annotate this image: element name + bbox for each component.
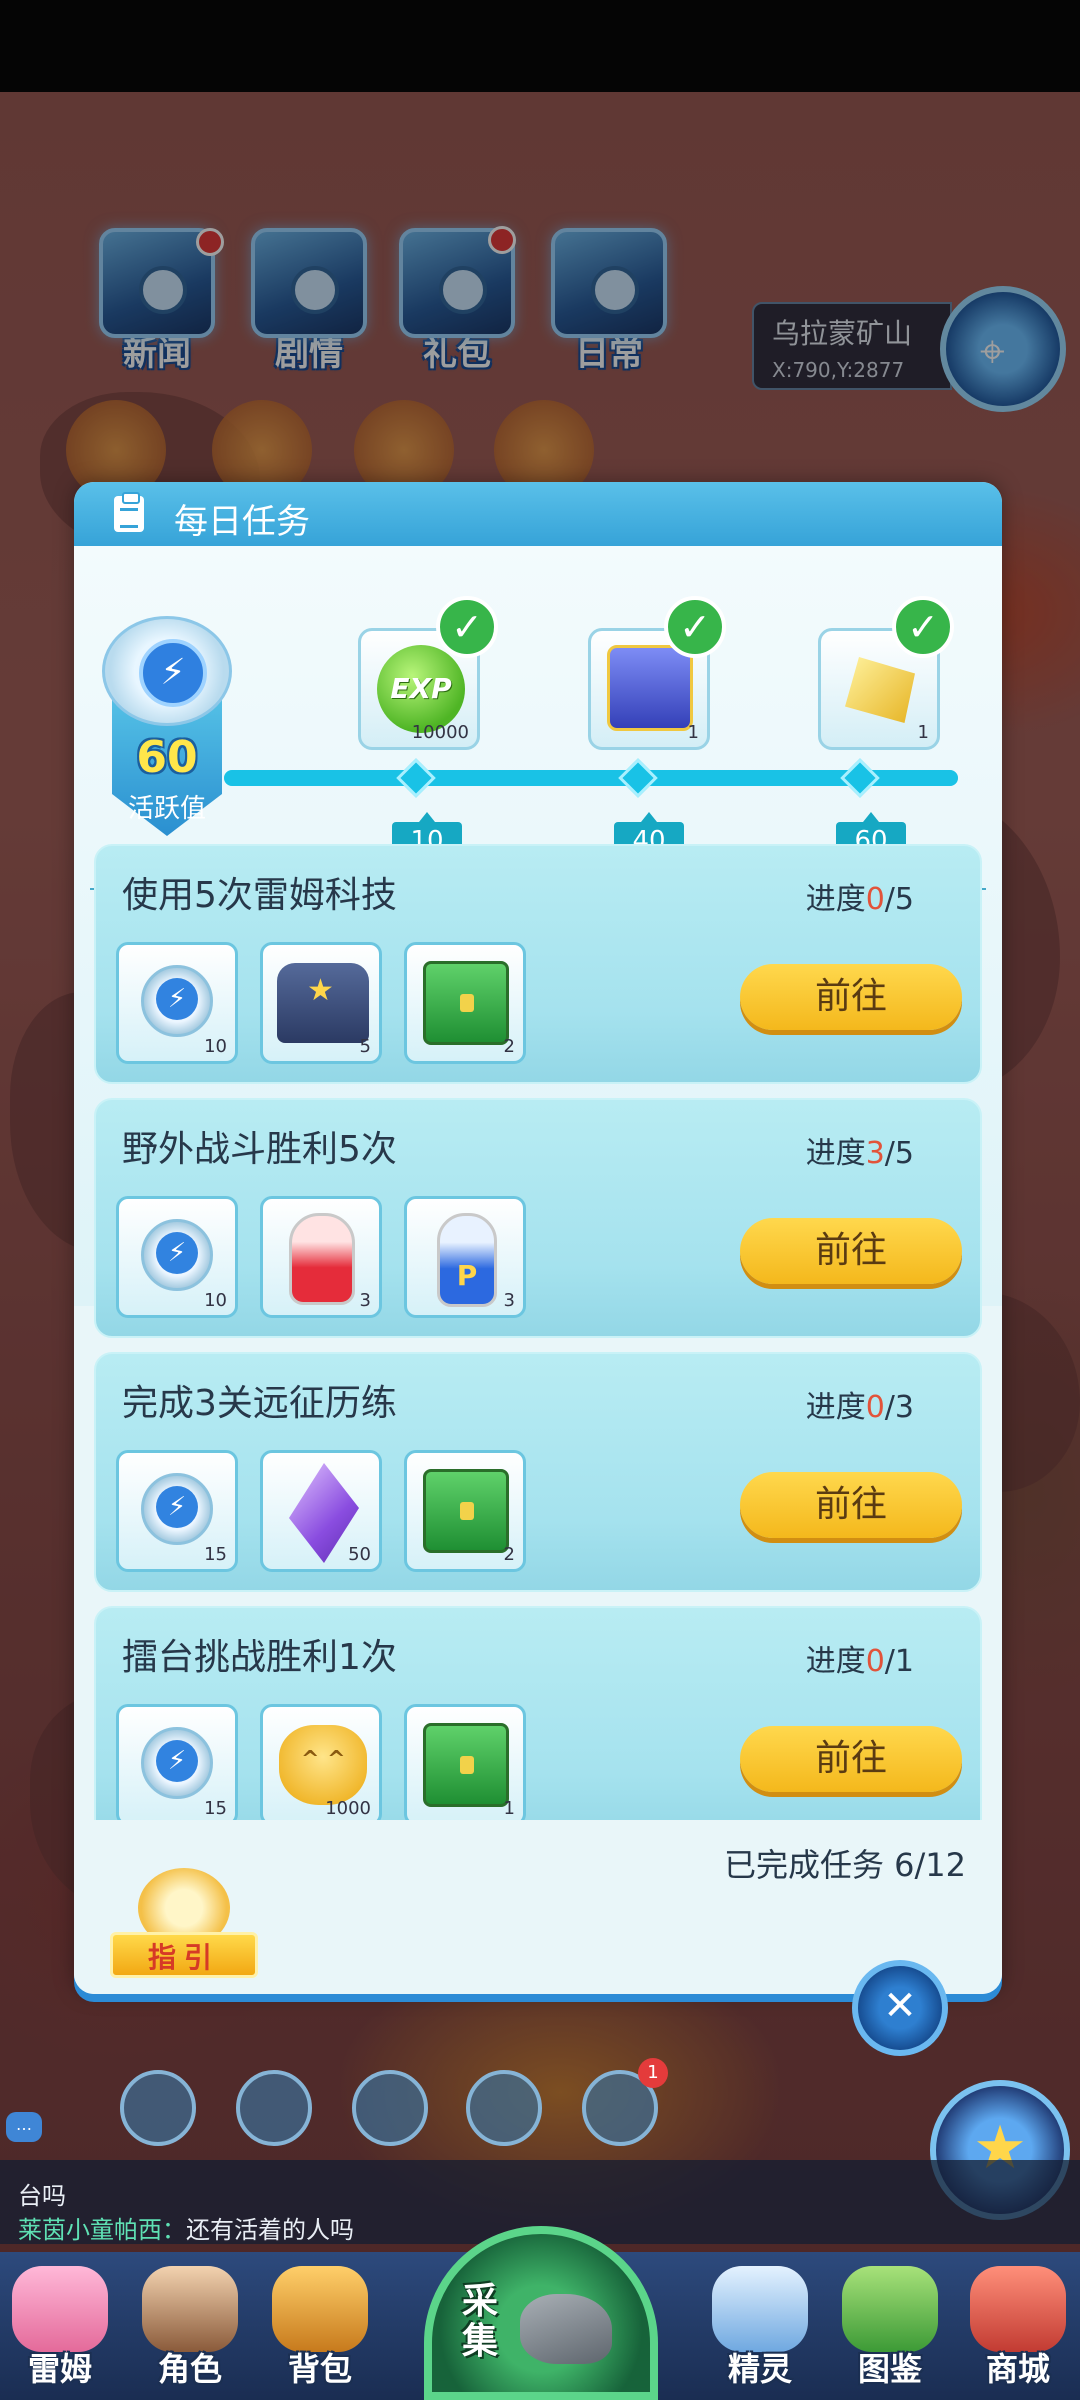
- completed-count: 已完成任务 6/12: [723, 1846, 966, 1884]
- green-chest-icon: [423, 1723, 509, 1807]
- reward-item[interactable]: 10: [116, 1196, 238, 1318]
- task-card: 完成3关远征历练 进度0/3 15 50 2 前往: [94, 1352, 982, 1592]
- reward-item[interactable]: 50: [260, 1450, 382, 1572]
- claimed-check-icon: ✓: [664, 596, 726, 658]
- task-progress: 进度0/1: [805, 1644, 914, 1679]
- go-button[interactable]: 前往: [740, 1218, 962, 1284]
- nav-character[interactable]: 角色: [130, 2266, 250, 2400]
- nav-label: 背包: [287, 2350, 352, 2388]
- action-button[interactable]: [466, 2070, 542, 2146]
- reward-item[interactable]: 2: [404, 942, 526, 1064]
- task-progress: 进度0/5: [805, 882, 914, 917]
- energy-orb-icon: [102, 616, 232, 726]
- daily-task-dialog: 每日任务 60 活跃值 10 40 60 EXP 10000 ✓ 1 ✓: [74, 482, 1002, 1994]
- go-button[interactable]: 前往: [740, 1726, 962, 1792]
- reward-item[interactable]: 2: [404, 1450, 526, 1572]
- energy-orb-icon: [141, 1727, 213, 1799]
- task-card: 擂台挑战胜利1次 进度0/1 15 1000 1 前往: [94, 1606, 982, 1820]
- nav-label: 角色: [157, 2350, 222, 2388]
- reward-count: 1: [917, 722, 929, 743]
- chat-message: 还有活着的人吗: [186, 2216, 354, 2244]
- activity-label: 活跃值: [127, 794, 206, 824]
- chat-speaker: 莱茵小童帕西：: [18, 2216, 186, 2244]
- nav-shop[interactable]: 商城: [958, 2266, 1078, 2400]
- energy-orb-icon: [141, 1473, 213, 1545]
- nav-label: 精灵: [727, 2350, 792, 2388]
- task-list[interactable]: 使用5次雷姆科技 进度0/5 10 5 2 前往 野外战斗胜利5次 进度3/5 …: [94, 844, 982, 1820]
- dialog-title: 每日任务: [174, 502, 310, 542]
- reward-item[interactable]: 10: [116, 942, 238, 1064]
- milestone-marker: [840, 758, 880, 798]
- chat-line: 台吗: [18, 2182, 66, 2210]
- claimed-check-icon: ✓: [436, 596, 498, 658]
- task-progress: 进度3/5: [805, 1136, 914, 1171]
- task-title: 完成3关远征历练: [122, 1383, 397, 1424]
- reward-item[interactable]: 5: [260, 942, 382, 1064]
- reward-item[interactable]: 1: [404, 1704, 526, 1820]
- reward-item[interactable]: 3: [260, 1196, 382, 1318]
- nav-label: 雷姆: [27, 2350, 92, 2388]
- blue-potion-icon: P: [437, 1213, 497, 1307]
- gather-label: 采集: [462, 2281, 499, 2362]
- reward-item[interactable]: 1000: [260, 1704, 382, 1820]
- energy-orb-icon: [141, 965, 213, 1037]
- milestone-marker: [618, 758, 658, 798]
- green-chest-icon: [423, 1469, 509, 1553]
- nav-label: 商城: [985, 2350, 1050, 2388]
- go-button[interactable]: 前往: [740, 964, 962, 1030]
- energy-orb-icon: [141, 1219, 213, 1291]
- backpack-icon: [272, 2266, 368, 2352]
- notification-badge: 1: [638, 2058, 668, 2088]
- character-icon: [142, 2266, 238, 2352]
- blue-chest-icon: [607, 645, 693, 731]
- nav-label: 图鉴: [857, 2350, 922, 2388]
- nav-spirit[interactable]: 精灵: [700, 2266, 820, 2400]
- chat-line: 莱茵小童帕西：还有活着的人吗: [18, 2210, 354, 2245]
- leim-pet-icon: [12, 2266, 108, 2352]
- reward-item[interactable]: 15: [116, 1450, 238, 1572]
- go-button[interactable]: 前往: [740, 1472, 962, 1538]
- reward-item[interactable]: P3: [404, 1196, 526, 1318]
- handbook-icon: [842, 2266, 938, 2352]
- task-title: 野外战斗胜利5次: [122, 1129, 397, 1170]
- close-button[interactable]: ✕: [852, 1960, 948, 2056]
- task-card: 野外战斗胜利5次 进度3/5 10 3 P3 前往: [94, 1098, 982, 1338]
- action-button[interactable]: [236, 2070, 312, 2146]
- task-progress: 进度0/3: [805, 1390, 914, 1425]
- clipboard-icon: [114, 492, 144, 532]
- activity-badge: 60 活跃值: [98, 616, 236, 856]
- cat-coin-icon: [279, 1725, 367, 1805]
- chat-icon[interactable]: …: [6, 2112, 42, 2142]
- nav-handbook[interactable]: 图鉴: [830, 2266, 950, 2400]
- status-bar: [0, 0, 1080, 92]
- reward-count: 10000: [411, 722, 469, 743]
- guide-button[interactable]: 指引: [104, 1862, 264, 1994]
- exp-orb-icon: EXP: [377, 645, 465, 733]
- action-button[interactable]: [120, 2070, 196, 2146]
- task-title: 使用5次雷姆科技: [122, 875, 397, 916]
- gold-crystal-icon: [845, 657, 915, 723]
- robot-icon: [277, 963, 369, 1043]
- reward-count: 1: [687, 722, 699, 743]
- red-potion-icon: [289, 1213, 355, 1305]
- reward-item[interactable]: 15: [116, 1704, 238, 1820]
- ore-rock-icon: [520, 2294, 612, 2364]
- close-icon: ✕: [883, 1983, 917, 2029]
- activity-value: 60: [136, 732, 198, 783]
- dialog-header: 每日任务: [74, 482, 1002, 546]
- shop-icon: [970, 2266, 1066, 2352]
- nav-leim[interactable]: 雷姆: [0, 2266, 120, 2400]
- spirit-icon: [712, 2266, 808, 2352]
- claimed-check-icon: ✓: [892, 596, 954, 658]
- task-card: 使用5次雷姆科技 进度0/5 10 5 2 前往: [94, 844, 982, 1084]
- nav-backpack[interactable]: 背包: [260, 2266, 380, 2400]
- dialog-footer: 已完成任务 6/12 指引: [74, 1822, 1002, 1994]
- action-button[interactable]: [352, 2070, 428, 2146]
- task-title: 擂台挑战胜利1次: [122, 1637, 397, 1678]
- green-chest-icon: [423, 961, 509, 1045]
- guide-label: 指引: [110, 1932, 258, 1978]
- milestone-marker: [396, 758, 436, 798]
